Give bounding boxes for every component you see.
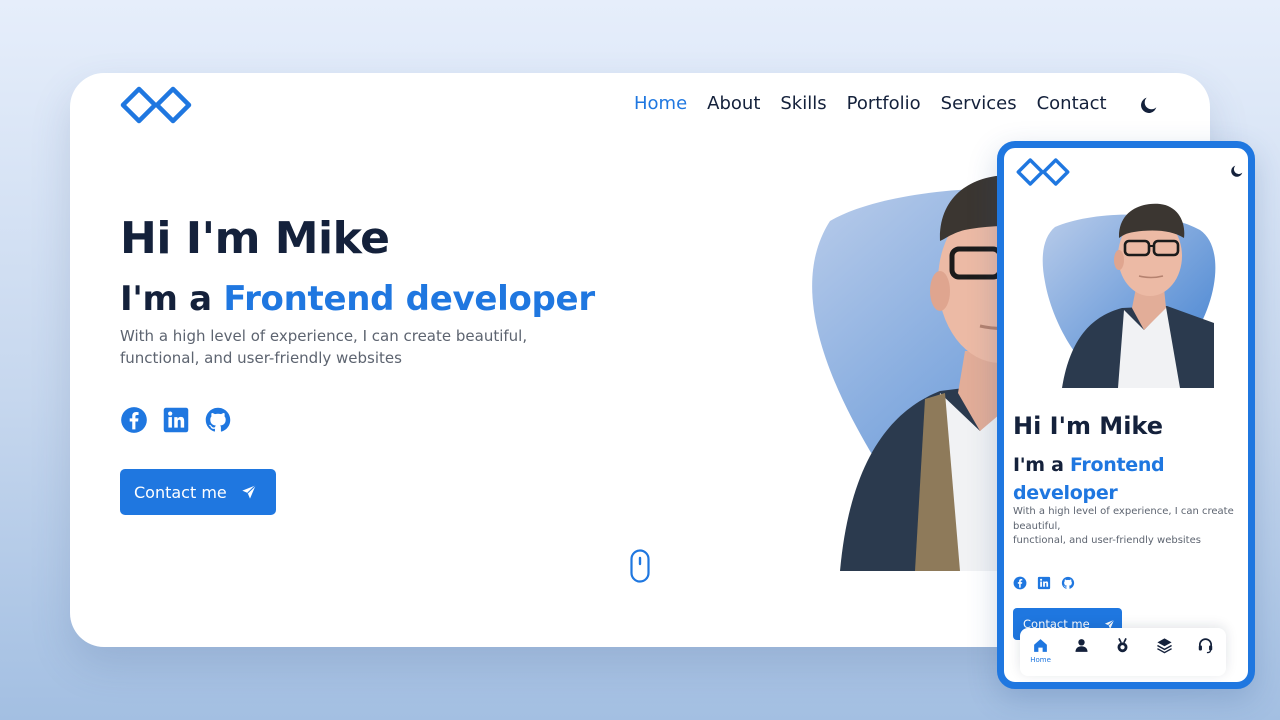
moon-icon[interactable] [1229,163,1245,179]
hero-description-line-2: functional, and user-friendly websites [1013,535,1201,546]
user-icon [1075,639,1088,652]
nav-portfolio-link[interactable]: Portfolio [847,93,921,114]
hero-description-line-1: With a high level of experience, I can c… [1013,506,1234,532]
facebook-icon[interactable] [1013,576,1027,590]
mouse-scroll-icon[interactable] [630,549,650,583]
mobile-preview-frame: Hi I'm Mike I'm a Frontend developer Wit… [997,141,1255,689]
github-icon[interactable] [204,406,232,434]
tab-contact[interactable] [1188,637,1222,654]
social-links [1013,576,1085,590]
hero-subtitle-prefix: I'm a [120,279,224,319]
nav-services-link[interactable]: Services [941,93,1017,114]
headset-icon [1198,638,1213,654]
tab-skills[interactable] [1106,637,1140,654]
infinity-diamonds-logo-icon[interactable] [120,86,192,124]
hero-subtitle: I'm a Frontend developer [120,279,595,319]
main-nav: Home About Skills Portfolio Services Con… [634,93,1127,114]
tab-about[interactable] [1065,637,1099,654]
github-icon[interactable] [1061,576,1075,590]
hero-description: With a high level of experience, I can c… [1013,505,1241,549]
medal-icon [1118,638,1128,653]
hero-title: Hi I'm Mike [120,213,390,264]
hero-description: With a high level of experience, I can c… [120,327,528,367]
facebook-icon[interactable] [120,406,148,434]
contact-me-label: Contact me [134,482,227,502]
contact-me-button[interactable]: Contact me [120,469,276,515]
nav-about-link[interactable]: About [707,93,760,114]
moon-icon[interactable] [1138,94,1160,116]
send-icon [242,484,256,499]
hero-subtitle-role: Frontend developer [223,279,595,319]
nav-home-link[interactable]: Home [634,93,687,114]
hero-subtitle: I'm a Frontend developer [1013,451,1213,507]
tab-home-label: Home [1030,656,1051,664]
infinity-diamonds-logo-icon[interactable] [1016,157,1070,187]
linkedin-icon[interactable] [1037,576,1051,590]
bottom-tab-bar: Home [1020,628,1226,676]
hero-title: Hi I'm Mike [1013,412,1164,440]
nav-contact-link[interactable]: Contact [1037,93,1107,114]
nav-skills-link[interactable]: Skills [780,93,826,114]
hero-subtitle-prefix: I'm a [1013,454,1070,476]
tab-portfolio[interactable] [1147,637,1181,654]
linkedin-icon[interactable] [162,406,190,434]
home-icon [1034,639,1047,652]
tab-home[interactable]: Home [1024,637,1058,664]
social-links [120,406,246,434]
portrait-photo [1062,203,1214,388]
layers-icon [1156,638,1172,654]
